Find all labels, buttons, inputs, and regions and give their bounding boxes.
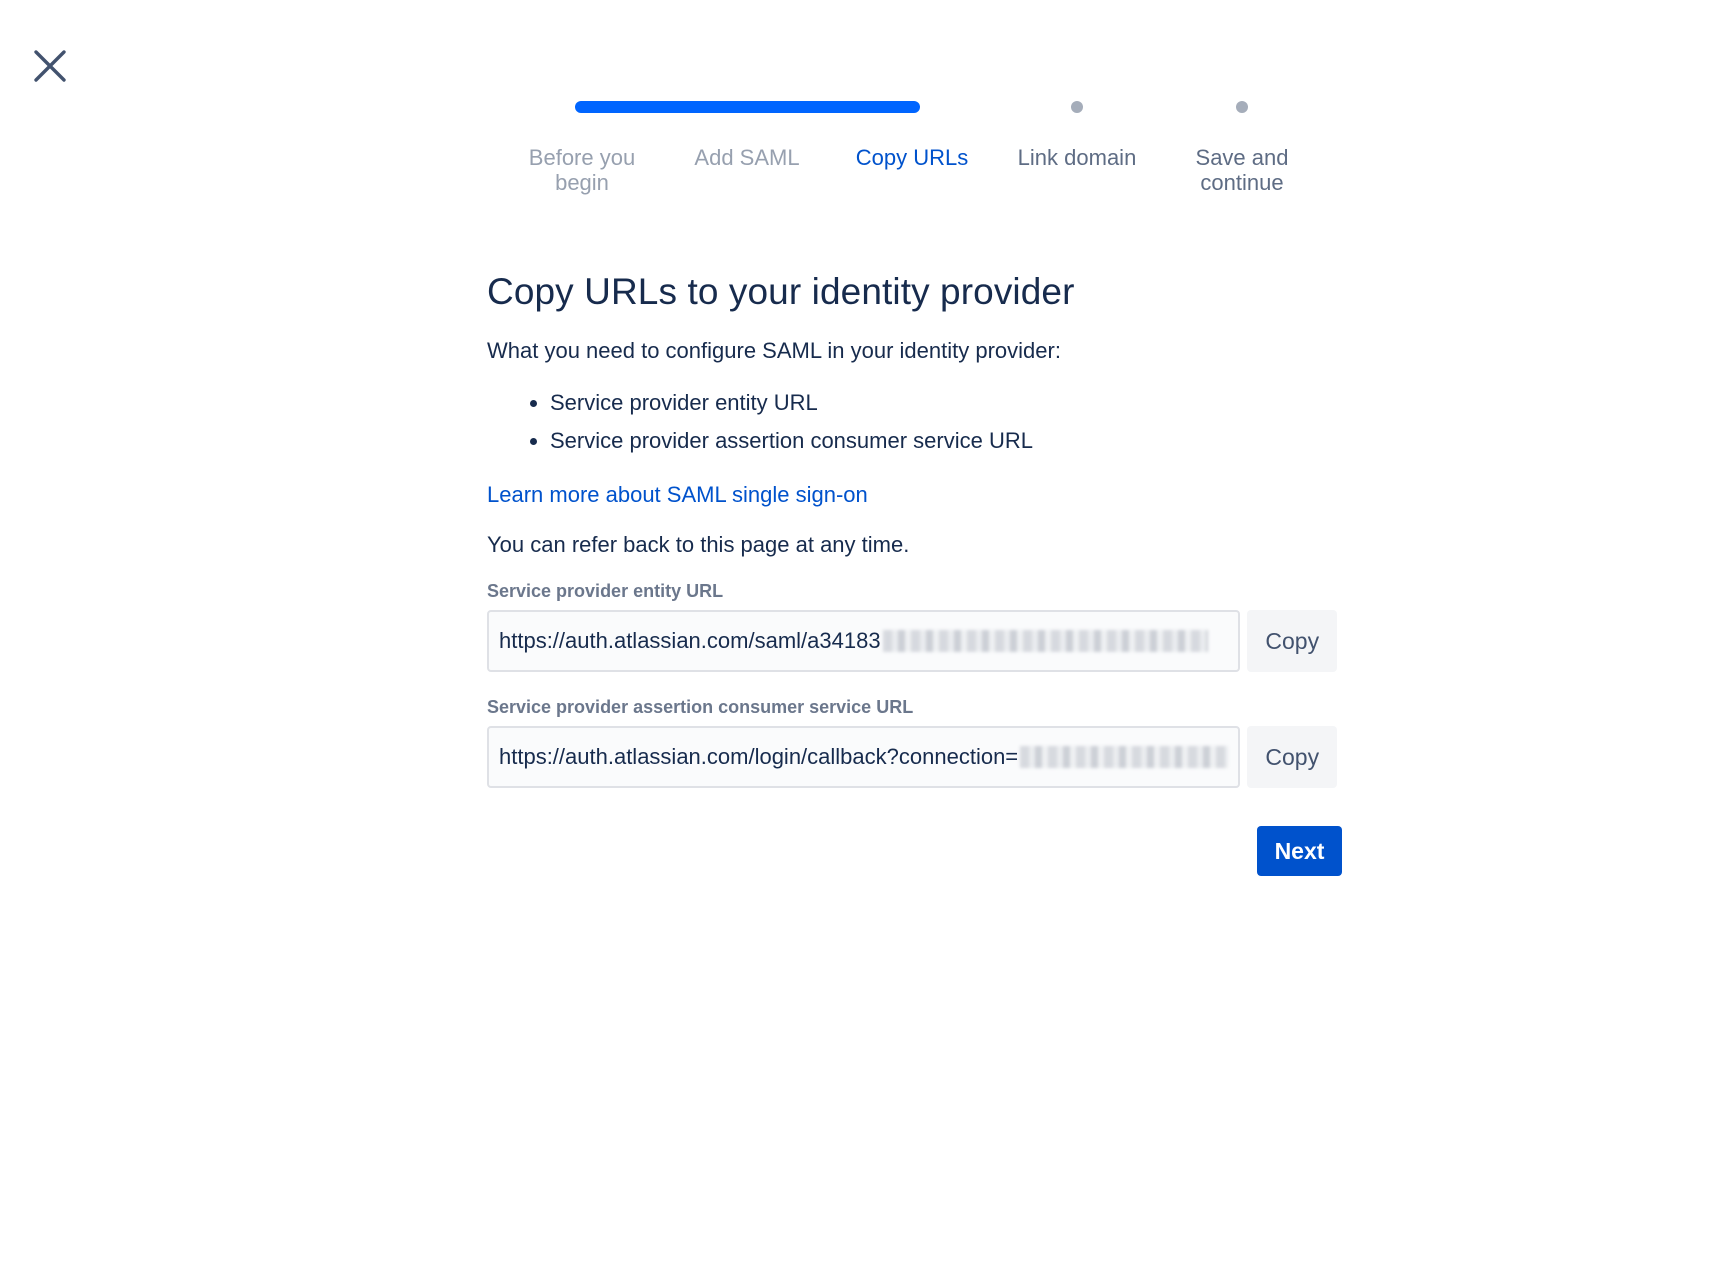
step-label-line1: Copy URLs xyxy=(855,145,969,170)
list-item: Service provider entity URL xyxy=(550,384,1337,422)
entity-url-value: https://auth.atlassian.com/saml/a34183 xyxy=(499,628,881,653)
step-copy-urls: Copy URLs xyxy=(832,145,992,170)
copy-acs-url-button[interactable]: Copy xyxy=(1247,726,1337,788)
progress-bar-completed xyxy=(575,101,920,113)
step-before-you-begin: Before you begin xyxy=(502,145,662,195)
page-title: Copy URLs to your identity provider xyxy=(487,271,1075,312)
acs-url-value: https://auth.atlassian.com/login/callbac… xyxy=(499,744,1019,769)
main-content: Copy URLs to your identity provider What… xyxy=(487,268,1342,876)
learn-more-link[interactable]: Learn more about SAML single sign-on xyxy=(487,480,868,510)
step-label-line1: Before you xyxy=(528,145,636,170)
entity-url-label: Service provider entity URL xyxy=(487,581,724,601)
acs-url-row: https://auth.atlassian.com/login/callbac… xyxy=(487,726,1337,788)
refer-back-note: You can refer back to this page at any t… xyxy=(487,532,910,557)
acs-url-field[interactable]: https://auth.atlassian.com/login/callbac… xyxy=(487,726,1241,788)
step-label-line1: Save and xyxy=(1195,145,1289,170)
step-add-saml: Add SAML xyxy=(667,145,827,170)
next-button[interactable]: Next xyxy=(1257,826,1342,876)
requirements-list: Service provider entity URL Service prov… xyxy=(487,384,1337,460)
step-label-line2: continue xyxy=(1200,170,1284,195)
progress-dot-link-domain xyxy=(1071,101,1083,113)
step-label-line1: Add SAML xyxy=(694,145,800,170)
progress-tracker: Before you begin Add SAML Copy URLs Link… xyxy=(0,0,1710,220)
copy-entity-url-button[interactable]: Copy xyxy=(1247,610,1337,672)
step-label-line2: begin xyxy=(555,170,609,195)
form-actions: Next xyxy=(487,826,1342,876)
intro-text: What you need to configure SAML in your … xyxy=(487,338,1061,363)
step-label-line1: Link domain xyxy=(1017,145,1137,170)
entity-url-row: https://auth.atlassian.com/saml/a34183 C… xyxy=(487,610,1337,672)
progress-dot-save-and-continue xyxy=(1236,101,1248,113)
step-save-and-continue: Save and continue xyxy=(1162,145,1322,195)
redacted-region xyxy=(882,630,1208,652)
entity-url-field[interactable]: https://auth.atlassian.com/saml/a34183 xyxy=(487,610,1241,672)
acs-url-label: Service provider assertion consumer serv… xyxy=(487,697,914,717)
step-link-domain: Link domain xyxy=(997,145,1157,170)
redacted-region xyxy=(1020,746,1229,768)
list-item: Service provider assertion consumer serv… xyxy=(550,422,1337,460)
